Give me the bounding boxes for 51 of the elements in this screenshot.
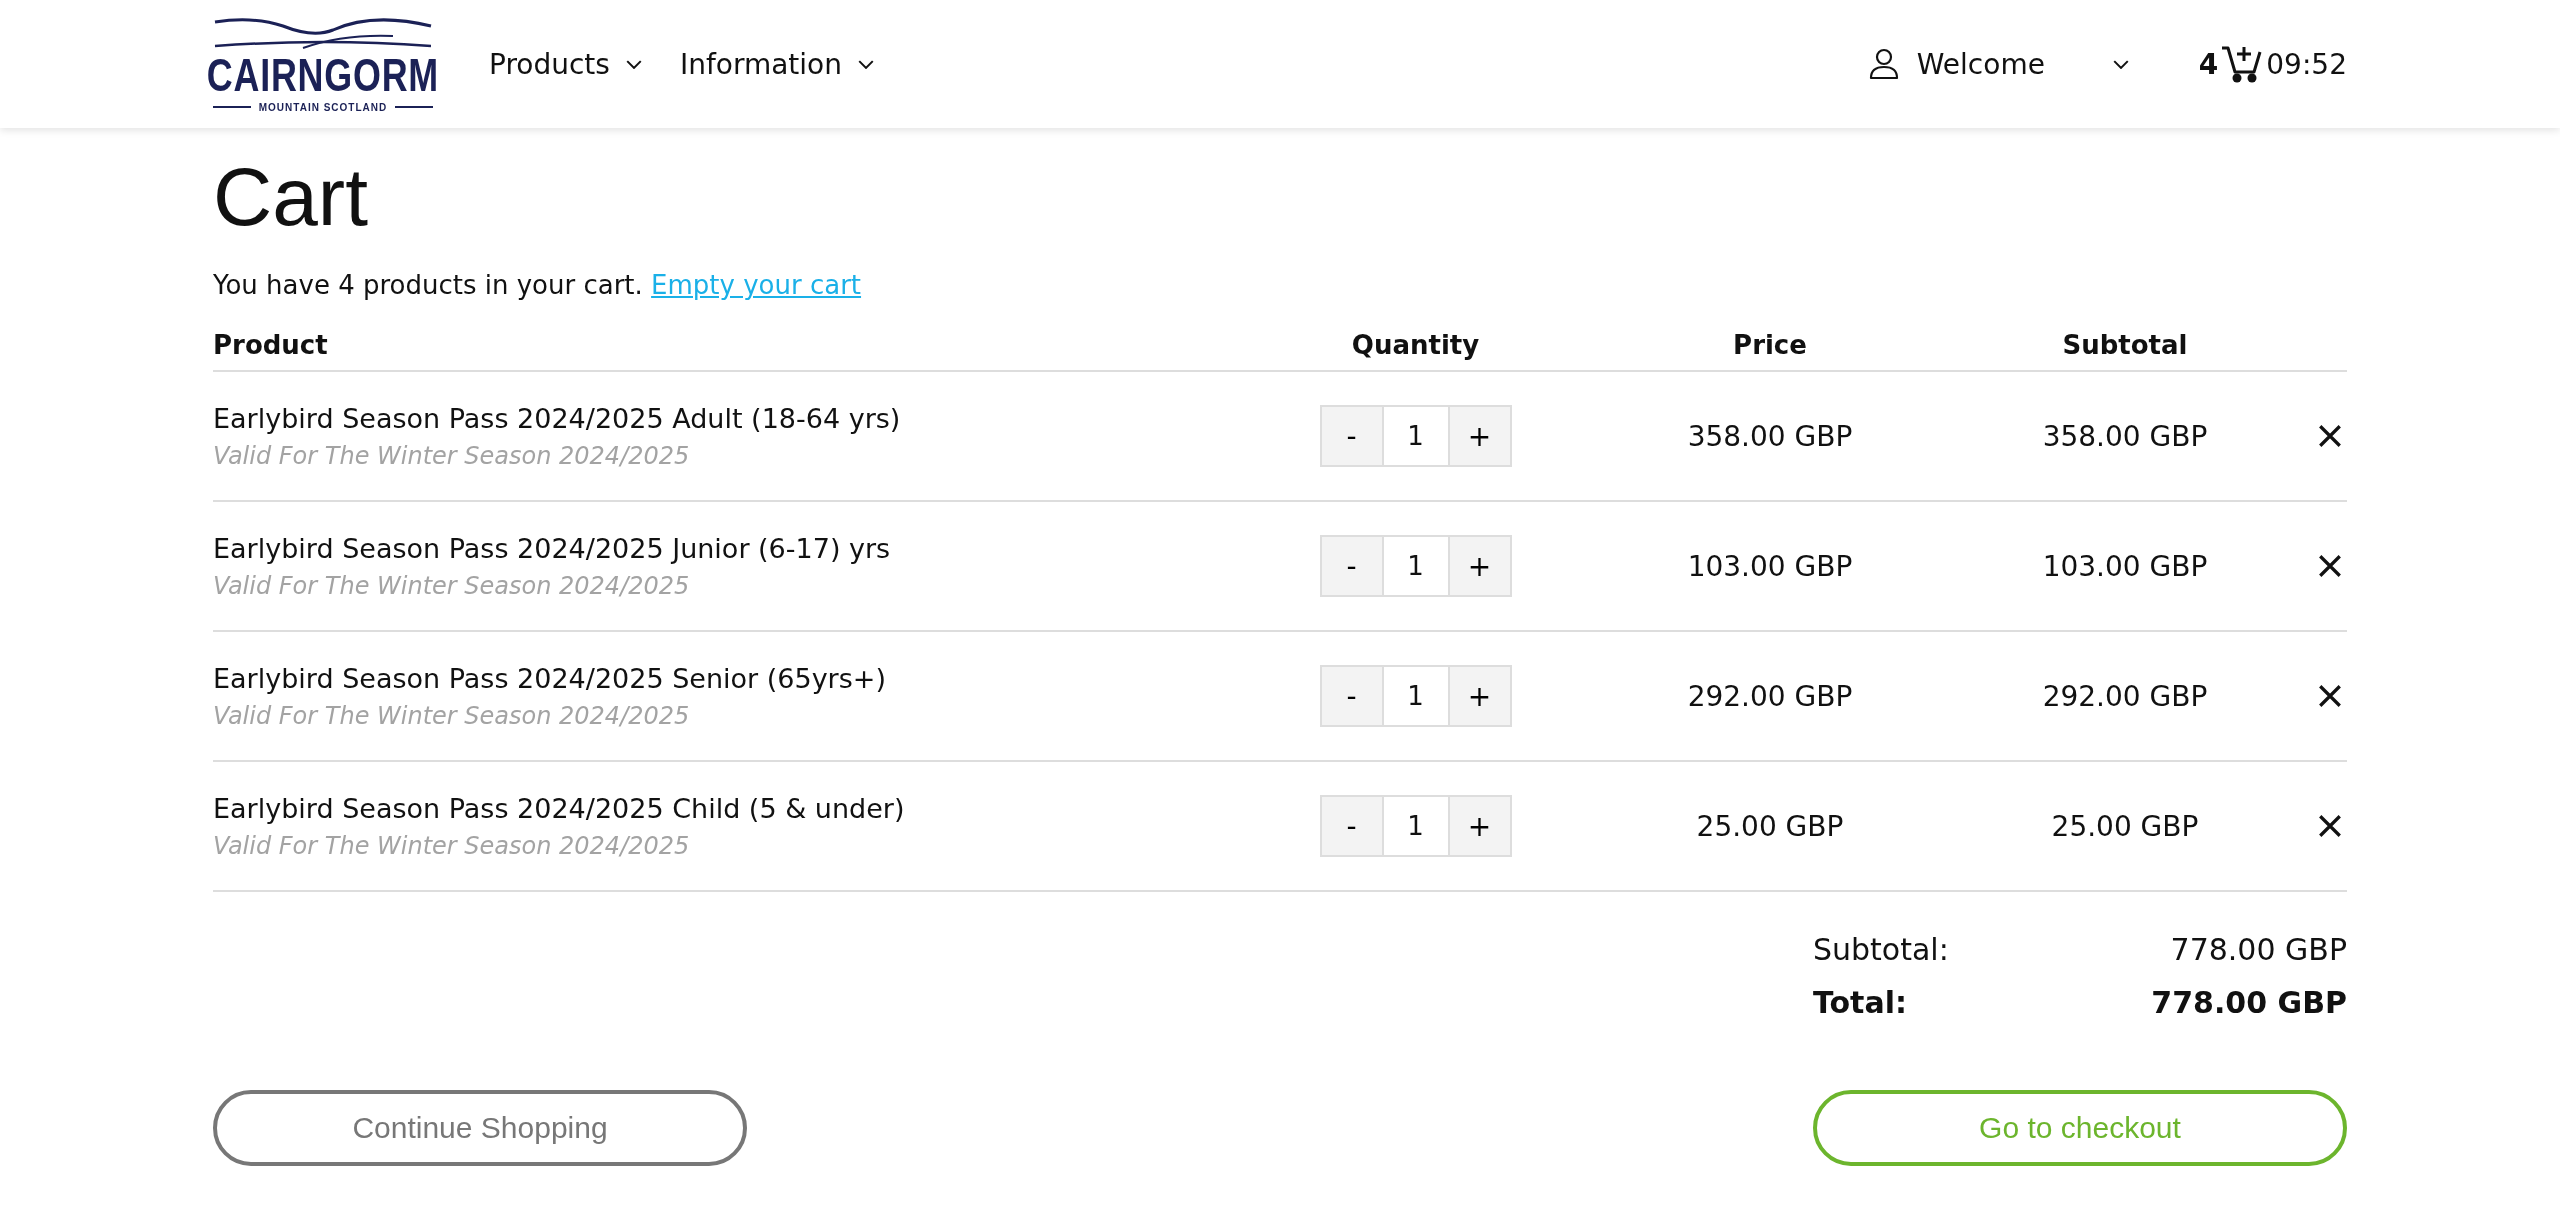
page-title: Cart [213, 150, 369, 244]
total-label: Subtotal: [1813, 932, 1949, 968]
product-note: Valid For The Winter Season 2024/2025 [213, 701, 691, 730]
chevron-down-icon [858, 59, 874, 69]
decrease-button[interactable]: - [1321, 797, 1382, 856]
nav-menu-link[interactable]: Products [489, 47, 642, 81]
subtotal-text: 292.00 GBP [2042, 679, 2208, 713]
subtotal-text: 358.00 GBP [2042, 419, 2208, 453]
chevron-down-icon [2112, 59, 2129, 69]
subtotal-text: 25.00 GBP [2051, 809, 2199, 843]
column-header: Quantity [1350, 330, 1481, 361]
column-header: Price [1732, 330, 1808, 361]
column-header: Product [213, 330, 329, 361]
nav-menu-link[interactable]: Information [679, 47, 874, 81]
total-value: 778.00 GBP [2151, 985, 2347, 1021]
decrease-button[interactable]: - [1321, 667, 1382, 726]
product-note: Valid For The Winter Season 2024/2025 [213, 831, 691, 860]
increase-button[interactable]: + [1449, 407, 1510, 466]
remove-icon[interactable] [2317, 813, 2343, 840]
account-dropdown[interactable]: Welcome [1868, 47, 2159, 81]
mountain-logo-icon [213, 15, 433, 52]
subtotal-text: 103.00 GBP [2042, 549, 2208, 583]
decrease-button[interactable]: - [1321, 407, 1382, 466]
product-note: Valid For The Winter Season 2024/2025 [213, 571, 691, 600]
remove-icon[interactable] [2317, 423, 2343, 450]
logo-wordmark[interactable]: CAIRNGORM [206, 51, 440, 98]
timer-text: 09:52 [2266, 47, 2347, 81]
total-label: Total: [1813, 985, 1907, 1021]
price-text: 103.00 GBP [1687, 549, 1853, 583]
column-header: Subtotal [2061, 330, 2189, 361]
remove-icon[interactable] [2317, 553, 2343, 580]
cart-count: 4 [2198, 47, 2219, 81]
product-name: Earlybird Season Pass 2024/2025 Adult (18-64 yrs) [213, 402, 902, 434]
decrease-button[interactable]: - [1321, 537, 1382, 596]
product-name: Earlybird Season Pass 2024/2025 Junior (6-17) yrs [213, 532, 892, 564]
increase-button[interactable]: + [1449, 537, 1510, 596]
total-value: 778.00 GBP [2170, 932, 2347, 968]
product-note: Valid For The Winter Season 2024/2025 [213, 441, 691, 470]
price-text: 25.00 GBP [1696, 809, 1844, 843]
product-name: Earlybird Season Pass 2024/2025 Senior (65yrs+) [213, 662, 887, 694]
price-text: 292.00 GBP [1687, 679, 1853, 713]
product-name: Earlybird Season Pass 2024/2025 Child (5 & under) [213, 792, 906, 824]
chevron-down-icon [625, 59, 642, 69]
continue-shopping-button[interactable]: Continue Shopping [213, 1090, 747, 1167]
cart-summary-text: You have 4 products in your cart. [213, 270, 643, 301]
remove-icon[interactable] [2317, 683, 2343, 710]
price-text: 358.00 GBP [1687, 419, 1853, 453]
increase-button[interactable]: + [1449, 667, 1510, 726]
increase-button[interactable]: + [1449, 797, 1510, 856]
logo-tagline: MOUNTAIN SCOTLAND [258, 101, 388, 113]
user-icon [1868, 48, 1899, 80]
